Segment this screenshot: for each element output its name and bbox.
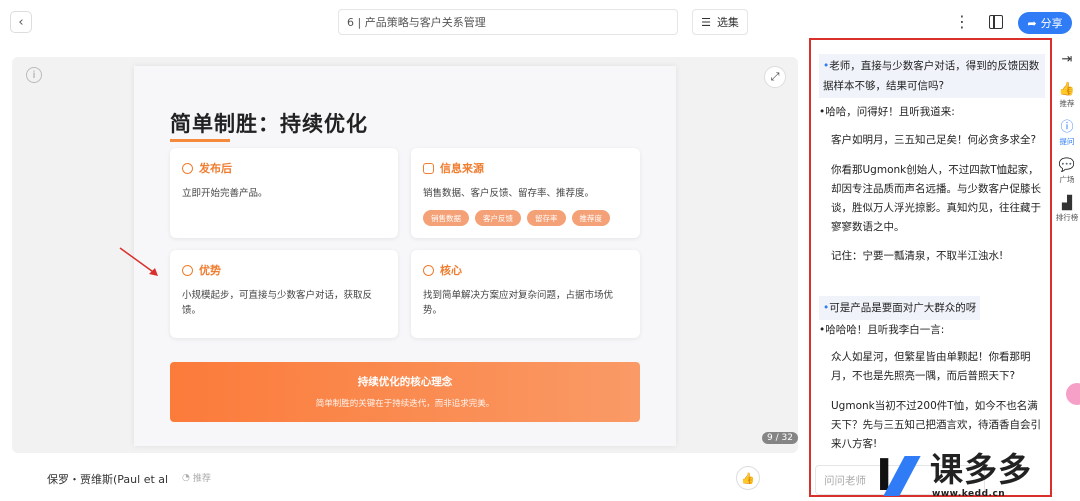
tag: 销售数据	[423, 210, 469, 226]
thumb-up-icon: 👍	[741, 471, 755, 485]
red-arrow-icon	[119, 247, 158, 276]
watermark-logo: I 课多多 www.kedd.cn	[876, 450, 1076, 500]
shield-icon	[182, 162, 193, 174]
card-body: 立即开始完善产品。	[182, 188, 268, 199]
rail-collapse[interactable]: ⇥	[1054, 52, 1080, 68]
rail-square[interactable]: 💬 广场	[1054, 158, 1080, 185]
share-icon: ➦	[1027, 16, 1037, 30]
lesson-title[interactable]: 6 | 产品策略与客户关系管理	[338, 9, 678, 35]
card-heading: 优势	[199, 264, 221, 277]
rail-recommend[interactable]: 👍 推荐	[1054, 82, 1080, 109]
episodes-label: 选集	[716, 16, 739, 29]
core-idea-banner: 持续优化的核心理念 简单制胜的关键在于持续迭代，而非追求完美。	[170, 362, 640, 422]
card-advantage: 优势 小规模起步，可直接与少数客户对话，获取反馈。	[170, 250, 398, 338]
floating-assistant-icon[interactable]	[1066, 383, 1080, 405]
recommend-button[interactable]: ◔ 推荐	[182, 471, 211, 485]
card-core: 核心 找到简单解决方案应对复杂问题，占据市场优势。	[411, 250, 640, 338]
tag: 客户反馈	[475, 210, 521, 226]
rail-leaderboard[interactable]: ▟ 排行榜	[1054, 196, 1080, 223]
shield-icon	[182, 264, 193, 276]
watermark-url: www.kedd.cn	[932, 489, 1006, 499]
share-button[interactable]: ➦ 分享	[1018, 12, 1072, 34]
card-heading: 发布后	[199, 162, 232, 175]
thumb-up-icon: 👍	[1058, 82, 1076, 97]
title-underline	[170, 139, 230, 142]
info-icon[interactable]: i	[26, 67, 42, 83]
chat-bubble-icon: 💬	[1058, 158, 1076, 173]
slide: 简单制胜：持续优化 发布后 立即开始完善产品。 信息来源 销售数据、客户反馈、留…	[134, 66, 676, 446]
page-indicator: 9 / 32	[762, 432, 798, 444]
question-1: •老师，直接与少数客户对话，得到的反馈因数据样本不够，结果可信吗?	[819, 54, 1045, 98]
list-icon: ☰	[701, 15, 711, 29]
like-button[interactable]: 👍	[736, 466, 760, 490]
answer-2-paragraph: Ugmonk当初不过200件T恤，如今不也名满天下？先与三五知己把酒言欢，待酒香…	[831, 400, 1041, 450]
watermark-text: 课多多	[930, 450, 1032, 489]
card-heading: 信息来源	[440, 162, 484, 175]
answer-1-paragraph: 记住：宁要一瓢清泉，不取半江浊水!	[831, 250, 1004, 262]
share-label: 分享	[1040, 17, 1063, 30]
author-name: 保罗・贾维斯(Paul et al	[47, 473, 169, 486]
sidebar-toggle-icon[interactable]	[989, 15, 1003, 29]
recommend-label: 推荐	[192, 474, 211, 484]
card-body: 销售数据、客户反馈、留存率、推荐度。	[423, 188, 595, 199]
card-heading: 核心	[440, 264, 462, 277]
banner-subtitle: 简单制胜的关键在于持续迭代，而非追求完美。	[315, 399, 495, 409]
question-2: •可是产品是要面对广大群众的呀	[819, 296, 981, 320]
episodes-button[interactable]: ☰ 选集	[692, 9, 748, 35]
card-info-sources: 信息来源 销售数据、客户反馈、留存率、推荐度。 销售数据 客户反馈 留存率 推荐…	[411, 148, 640, 238]
tag: 推荐度	[571, 210, 610, 226]
answer-2-label: •哈哈哈！且听我李白一言:	[819, 324, 945, 336]
leaderboard-icon: ▟	[1062, 196, 1072, 211]
answer-2-paragraph: 众人如星河，但繁星皆由单颗起！你看那明月，不也是先照亮一隅，而后普照天下?	[831, 351, 1031, 382]
slide-title: 简单制胜：持续优化	[170, 112, 368, 136]
chevron-left-icon: ‹	[18, 14, 24, 30]
tag: 留存率	[527, 210, 566, 226]
tag-list: 销售数据 客户反馈 留存率 推荐度	[423, 210, 610, 226]
chat-panel: •老师，直接与少数客户对话，得到的反馈因数据样本不够，结果可信吗? •哈哈，问得…	[809, 38, 1052, 497]
rail-ask[interactable]: ⓘ 提问	[1054, 120, 1080, 147]
answer-1-label: •哈哈，问得好！且听我道来:	[819, 106, 955, 118]
message-icon	[423, 162, 434, 174]
back-button[interactable]: ‹	[10, 11, 32, 33]
collapse-icon: ⇥	[1061, 52, 1073, 67]
card-body: 小规模起步，可直接与少数客户对话，获取反馈。	[182, 290, 373, 316]
question-icon: ⓘ	[1060, 120, 1074, 135]
answer-1-paragraph: 你看那Ugmonk创始人，不过四款T恤起家，却因专注品质而声名远播。与少数客户促…	[831, 164, 1041, 233]
card-after-launch: 发布后 立即开始完善产品。	[170, 148, 398, 238]
fullscreen-icon[interactable]: ⤢	[764, 66, 786, 88]
banner-title: 持续优化的核心理念	[357, 376, 453, 388]
card-body: 找到简单解决方案应对复杂问题，占据市场优势。	[423, 290, 614, 316]
more-icon[interactable]: ⋮	[954, 12, 970, 31]
recommend-icon: ◔	[182, 472, 190, 483]
clock-icon	[423, 264, 434, 276]
answer-1-paragraph: 客户如明月，三五知己足矣！何必贪多求全?	[831, 134, 1037, 146]
